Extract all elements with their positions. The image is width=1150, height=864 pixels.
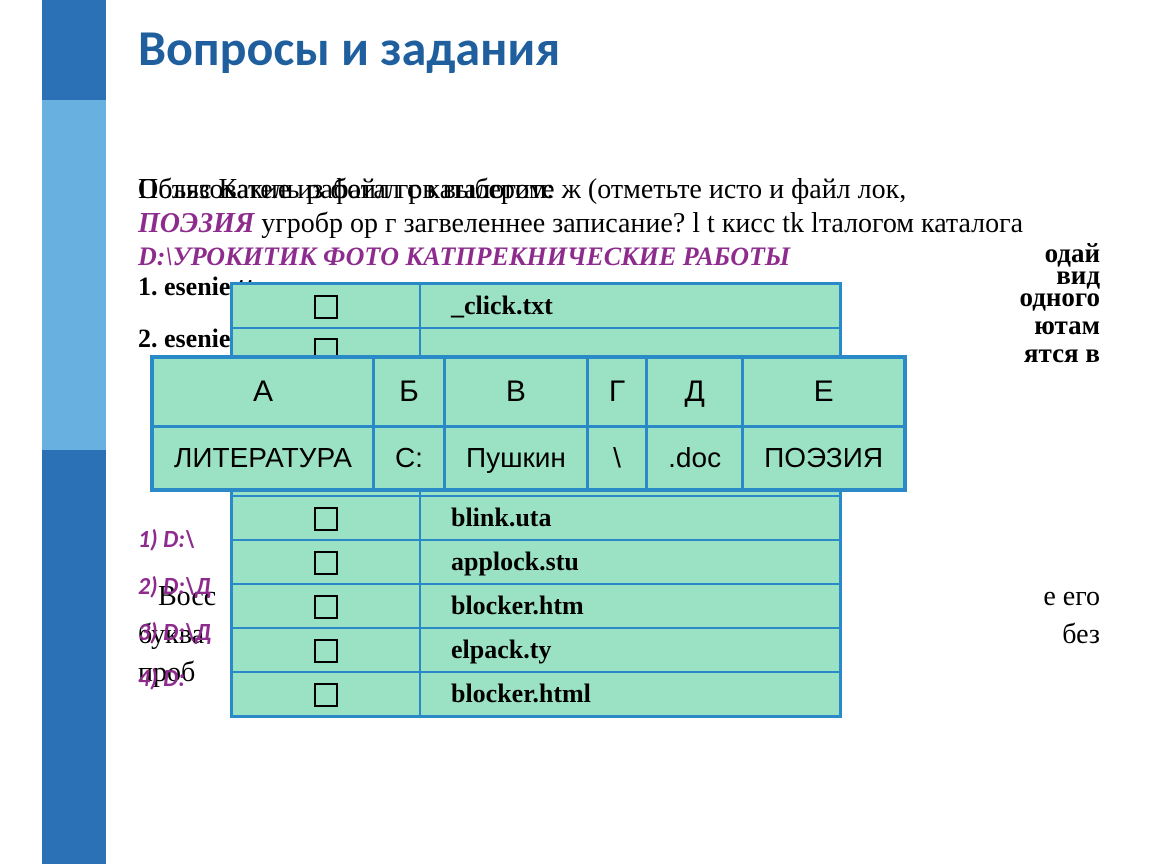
file-row: elpack.ty — [232, 628, 841, 672]
checkbox-icon — [314, 292, 338, 319]
cell-poezia: ПОЭЗИЯ — [743, 427, 905, 491]
bt-1r: е его — [1043, 578, 1100, 616]
sidebar-stripe-light — [42, 100, 106, 450]
hdr-cell-g: Г — [587, 357, 646, 427]
bg-text-line-2: угробр ор г загвеленнее записание? l t к… — [261, 208, 1023, 239]
file-row: blink.uta — [232, 496, 841, 540]
rw-4: ютам — [1034, 310, 1100, 341]
file-name: applock.stu — [420, 540, 841, 584]
poezia-label: ПОЭЗИЯ — [138, 208, 254, 239]
cell-pushkin: Пушкин — [444, 427, 587, 491]
hdr-cell-b: Б — [373, 357, 444, 427]
plist-3: 3) D:\Д — [138, 618, 211, 647]
file-name: _click.txt — [420, 284, 841, 329]
rw-5: ятся в — [1024, 338, 1100, 369]
bg-path-line: D:\УРОКИТИК ФОТО КАТПРЕКНИЧЕСКИЕ РАБОТЫ — [138, 242, 790, 272]
file-row: _click.txt — [232, 284, 841, 329]
plist-1: 1) D:\ — [138, 525, 195, 554]
checkbox-icon — [314, 680, 338, 707]
bt-2r: без — [1062, 616, 1100, 654]
cell-doc: .doc — [647, 427, 743, 491]
file-name: blocker.htm — [420, 584, 841, 628]
cell-backslash: \ — [587, 427, 646, 491]
hdr-cell-d: Д — [647, 357, 743, 427]
slide: Вопросы и задания Объяс Какие из файл гр… — [0, 0, 1150, 864]
plist-2: 2) D:\Д — [138, 572, 211, 601]
letter-table-header-row: А Б В Г Д Е — [152, 357, 905, 427]
letter-table: А Б В Г Д Е ЛИТЕРАТУРА C: Пушкин \ .doc … — [150, 355, 907, 492]
file-table: _click.txt blink.uta applock.stu blocker… — [230, 282, 842, 718]
cell-drive: C: — [373, 427, 444, 491]
hdr-cell-e: Е — [743, 357, 905, 427]
file-row: blocker.html — [232, 672, 841, 717]
plist-4: 4) D: — [138, 664, 185, 693]
checkbox-icon — [314, 636, 338, 663]
bg-text-line-1b: Пользователь работал с каталогом: — [138, 172, 1100, 207]
file-row: blocker.htm — [232, 584, 841, 628]
bg-text-poezia: ПОЭЗИЯ угробр ор г загвеленнее записание… — [138, 208, 1023, 240]
checkbox-icon — [314, 592, 338, 619]
file-name: blink.uta — [420, 496, 841, 540]
hdr-cell-a: А — [152, 357, 373, 427]
slide-title: Вопросы и задания — [138, 18, 560, 79]
file-row: applock.stu — [232, 540, 841, 584]
cell-literatura: ЛИТЕРАТУРА — [152, 427, 373, 491]
checkbox-icon — [314, 548, 338, 575]
letter-table-data-row: ЛИТЕРАТУРА C: Пушкин \ .doc ПОЭЗИЯ — [152, 427, 905, 491]
rw-3: одного — [1019, 282, 1100, 313]
hdr-cell-v: В — [444, 357, 587, 427]
checkbox-icon — [314, 504, 338, 531]
file-name: elpack.ty — [420, 628, 841, 672]
file-name: blocker.html — [420, 672, 841, 717]
